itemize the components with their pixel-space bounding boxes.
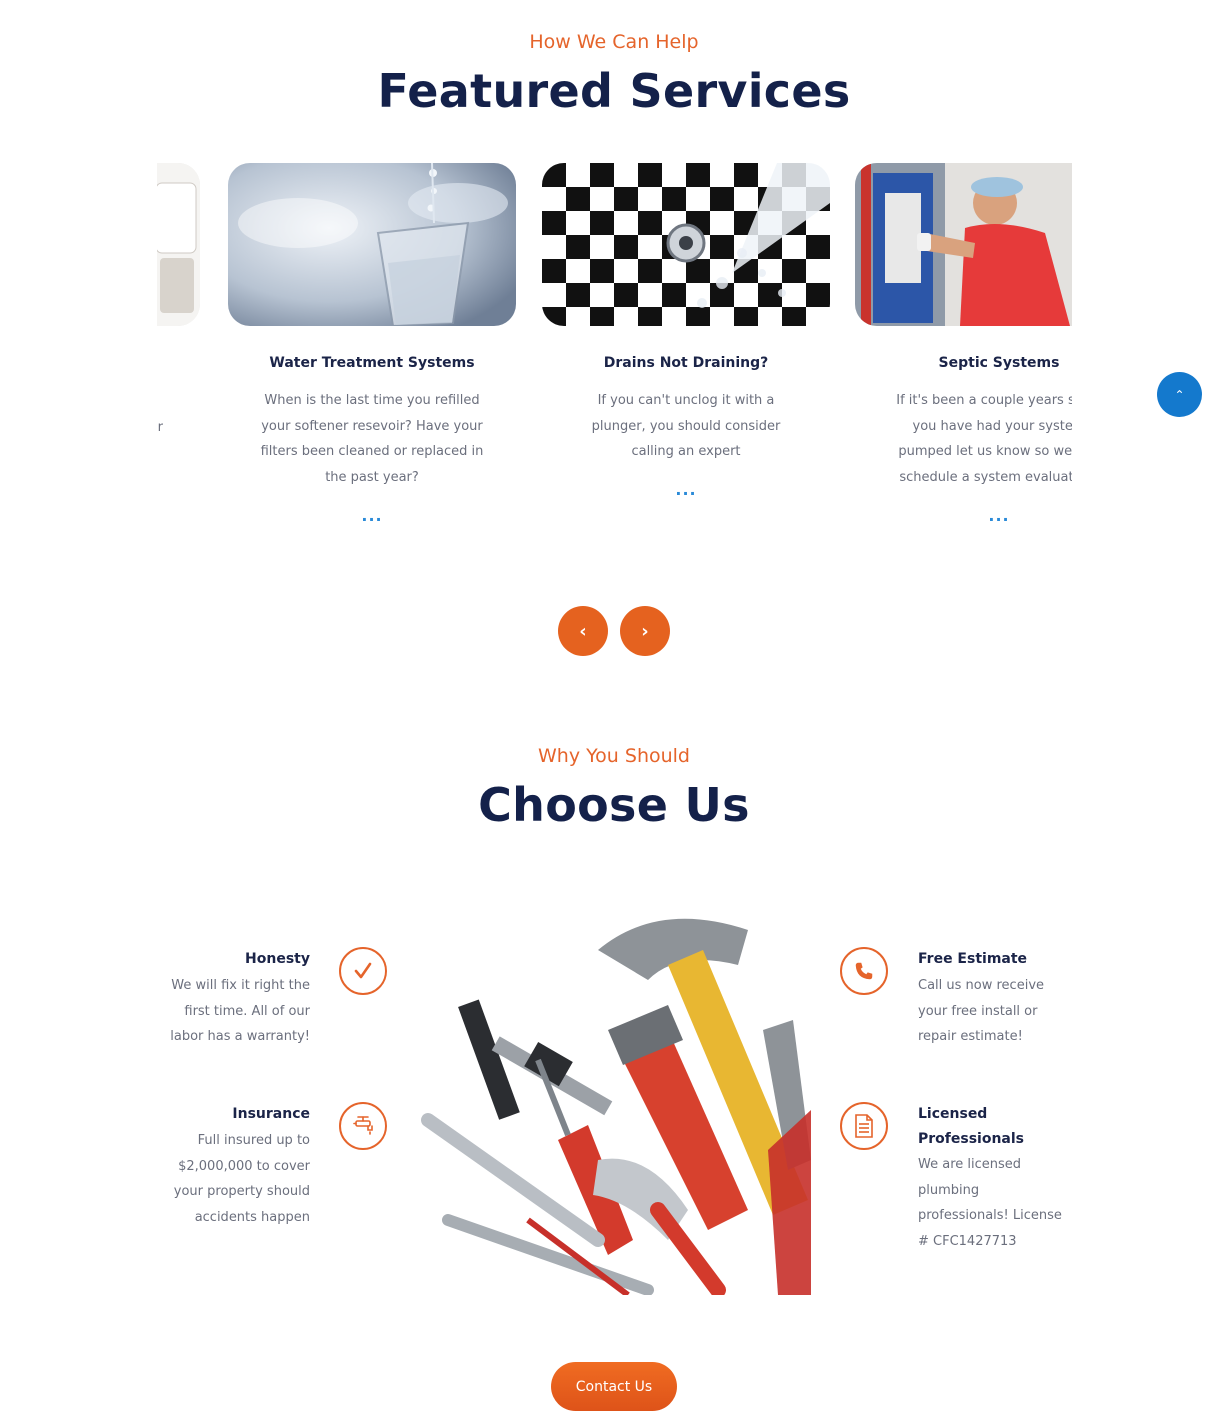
read-more-link[interactable]: ... [228,506,516,525]
feature-text-insurance: Full insured up to $2,000,000 to cover y… [173,1133,310,1226]
read-more-link[interactable]: ... [855,506,1072,525]
services-heading: Featured Services [377,64,851,118]
contact-us-button[interactable]: Contact Us [551,1362,677,1411]
carousel-next-button[interactable]: › [620,606,670,656]
why-heading: Choose Us [478,778,750,832]
service-card-text: If it's been a couple years since you ha… [896,393,1072,486]
service-card-text: er [157,420,163,435]
service-card-text: If you can't unclog it with a plunger, y… [591,393,781,460]
service-card-title: Septic Systems [938,355,1060,371]
service-card-title: Drains Not Draining? [603,355,769,371]
feature-text-honesty: We will fix it right the first time. All… [170,978,310,1045]
service-card-title: Water Treatment Systems [269,355,475,371]
read-more-link[interactable]: ... [542,480,830,499]
document-icon [840,1102,888,1150]
feature-title-estimate: Free Estimate [918,951,1028,967]
feature-text-estimate: Call us now receive your free install or… [918,978,1045,1045]
services-carousel: er [157,160,1072,540]
services-eyebrow: How We Can Help [529,31,699,53]
scroll-to-top-button[interactable]: ⌃ [1157,372,1202,417]
faucet-icon [339,1102,387,1150]
check-icon [339,947,387,995]
carousel-prev-button[interactable]: ‹ [558,606,608,656]
feature-title-licensed: Licensed Professionals [918,1106,1024,1147]
why-eyebrow: Why You Should [537,745,690,767]
water-glass-image [228,163,516,326]
feature-title-insurance: Insurance [232,1106,310,1122]
feature-text-licensed: We are licensed plumbing professionals! … [918,1157,1062,1250]
service-card-image [157,163,200,326]
feature-title-honesty: Honesty [245,951,310,967]
plumber-image [855,163,1072,326]
plumbing-tools-image [418,910,811,1295]
service-card-text: When is the last time you refilled your … [260,393,484,486]
phone-icon [840,947,888,995]
drain-sink-image [542,163,830,326]
